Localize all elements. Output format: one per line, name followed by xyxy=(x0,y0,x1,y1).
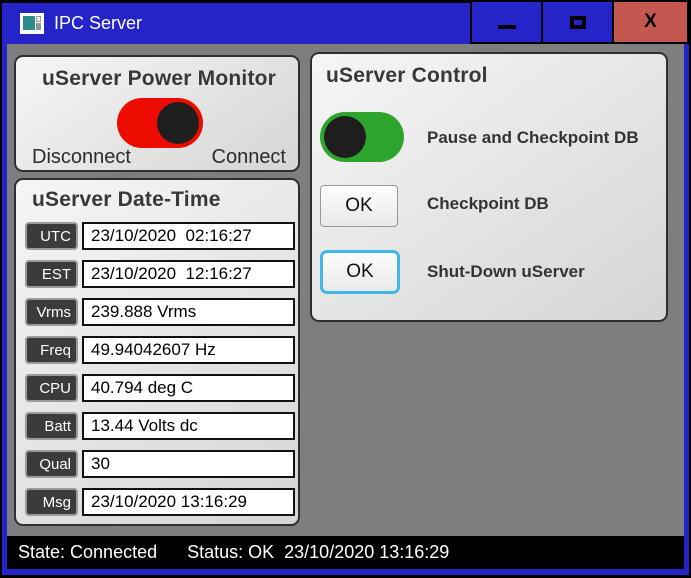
table-row: Msg 23/10/2020 13:16:29 xyxy=(16,488,298,516)
row-label-qual: Qual xyxy=(25,450,78,478)
table-row: EST 23/10/2020 12:16:27 xyxy=(16,260,298,288)
status-bar: State: Connected Status: OK 23/10/2020 1… xyxy=(7,536,684,569)
connect-label: Connect xyxy=(211,146,287,168)
checkpoint-db-label: Checkpoint DB xyxy=(427,194,549,213)
pause-toggle-knob xyxy=(324,116,366,158)
utc-field[interactable]: 23/10/2020 02:16:27 xyxy=(82,222,295,250)
close-button[interactable]: X xyxy=(612,0,689,44)
status-text: Status: OK 23/10/2020 13:16:29 xyxy=(187,542,450,562)
app-icon-pane xyxy=(36,16,41,22)
shutdown-label: Shut-Down uServer xyxy=(427,262,585,281)
table-row: Batt 13.44 Volts dc xyxy=(16,412,298,440)
title-bar[interactable]: IPC Server X xyxy=(2,0,689,44)
client-area: uServer Power Monitor Disconnect Connect… xyxy=(7,44,684,569)
minimize-icon xyxy=(497,25,516,29)
table-row: CPU 40.794 deg C xyxy=(16,374,298,402)
datetime-group: uServer Date-Time UTC 23/10/2020 02:16:2… xyxy=(14,178,300,526)
qual-field[interactable]: 30 xyxy=(82,450,295,478)
row-label-utc: UTC xyxy=(25,222,78,250)
power-toggle-labels: Disconnect Connect xyxy=(16,146,298,169)
est-field[interactable]: 23/10/2020 12:16:27 xyxy=(82,260,295,288)
row-label-batt: Batt xyxy=(25,412,78,440)
datetime-title: uServer Date-Time xyxy=(32,188,221,211)
pause-checkpoint-toggle[interactable] xyxy=(320,112,404,162)
row-label-freq: Freq xyxy=(25,336,78,364)
power-connect-toggle[interactable] xyxy=(117,98,203,148)
table-row: Vrms 239.888 Vrms xyxy=(16,298,298,326)
batt-field[interactable]: 13.44 Volts dc xyxy=(82,412,295,440)
maximize-button[interactable] xyxy=(541,0,612,44)
control-group: uServer Control Pause and Checkpoint DB … xyxy=(310,52,668,322)
table-row: UTC 23/10/2020 02:16:27 xyxy=(16,222,298,250)
minimize-button[interactable] xyxy=(470,0,541,44)
datetime-rows: UTC 23/10/2020 02:16:27 EST 23/10/2020 1… xyxy=(16,222,298,526)
table-row: Qual 30 xyxy=(16,450,298,478)
app-icon-pane xyxy=(23,16,35,30)
shutdown-ok-button[interactable]: OK xyxy=(320,250,400,294)
ipc-server-window: IPC Server X uServer Power Monitor Disco… xyxy=(0,0,691,578)
row-label-est: EST xyxy=(25,260,78,288)
app-icon xyxy=(20,13,44,34)
vrms-field[interactable]: 239.888 Vrms xyxy=(82,298,295,326)
power-monitor-title: uServer Power Monitor xyxy=(41,67,277,90)
maximize-icon xyxy=(569,15,586,29)
window-controls: X xyxy=(470,0,689,44)
app-icon-pane xyxy=(36,23,41,30)
power-monitor-group: uServer Power Monitor Disconnect Connect xyxy=(14,55,300,172)
msg-field[interactable]: 23/10/2020 13:16:29 xyxy=(82,488,295,516)
state-text: State: Connected xyxy=(18,542,158,562)
disconnect-label: Disconnect xyxy=(32,146,131,168)
row-label-cpu: CPU xyxy=(25,374,78,402)
freq-field[interactable]: 49.94042607 Hz xyxy=(82,336,295,364)
row-label-vrms: Vrms xyxy=(25,298,78,326)
checkpoint-db-ok-button[interactable]: OK xyxy=(320,185,398,227)
table-row: Freq 49.94042607 Hz xyxy=(16,336,298,364)
control-title: uServer Control xyxy=(326,64,488,87)
pause-checkpoint-label: Pause and Checkpoint DB xyxy=(427,128,639,147)
window-title: IPC Server xyxy=(54,13,143,33)
cpu-field[interactable]: 40.794 deg C xyxy=(82,374,295,402)
power-toggle-knob xyxy=(157,102,199,144)
row-label-msg: Msg xyxy=(25,488,78,516)
close-icon: X xyxy=(644,11,657,32)
